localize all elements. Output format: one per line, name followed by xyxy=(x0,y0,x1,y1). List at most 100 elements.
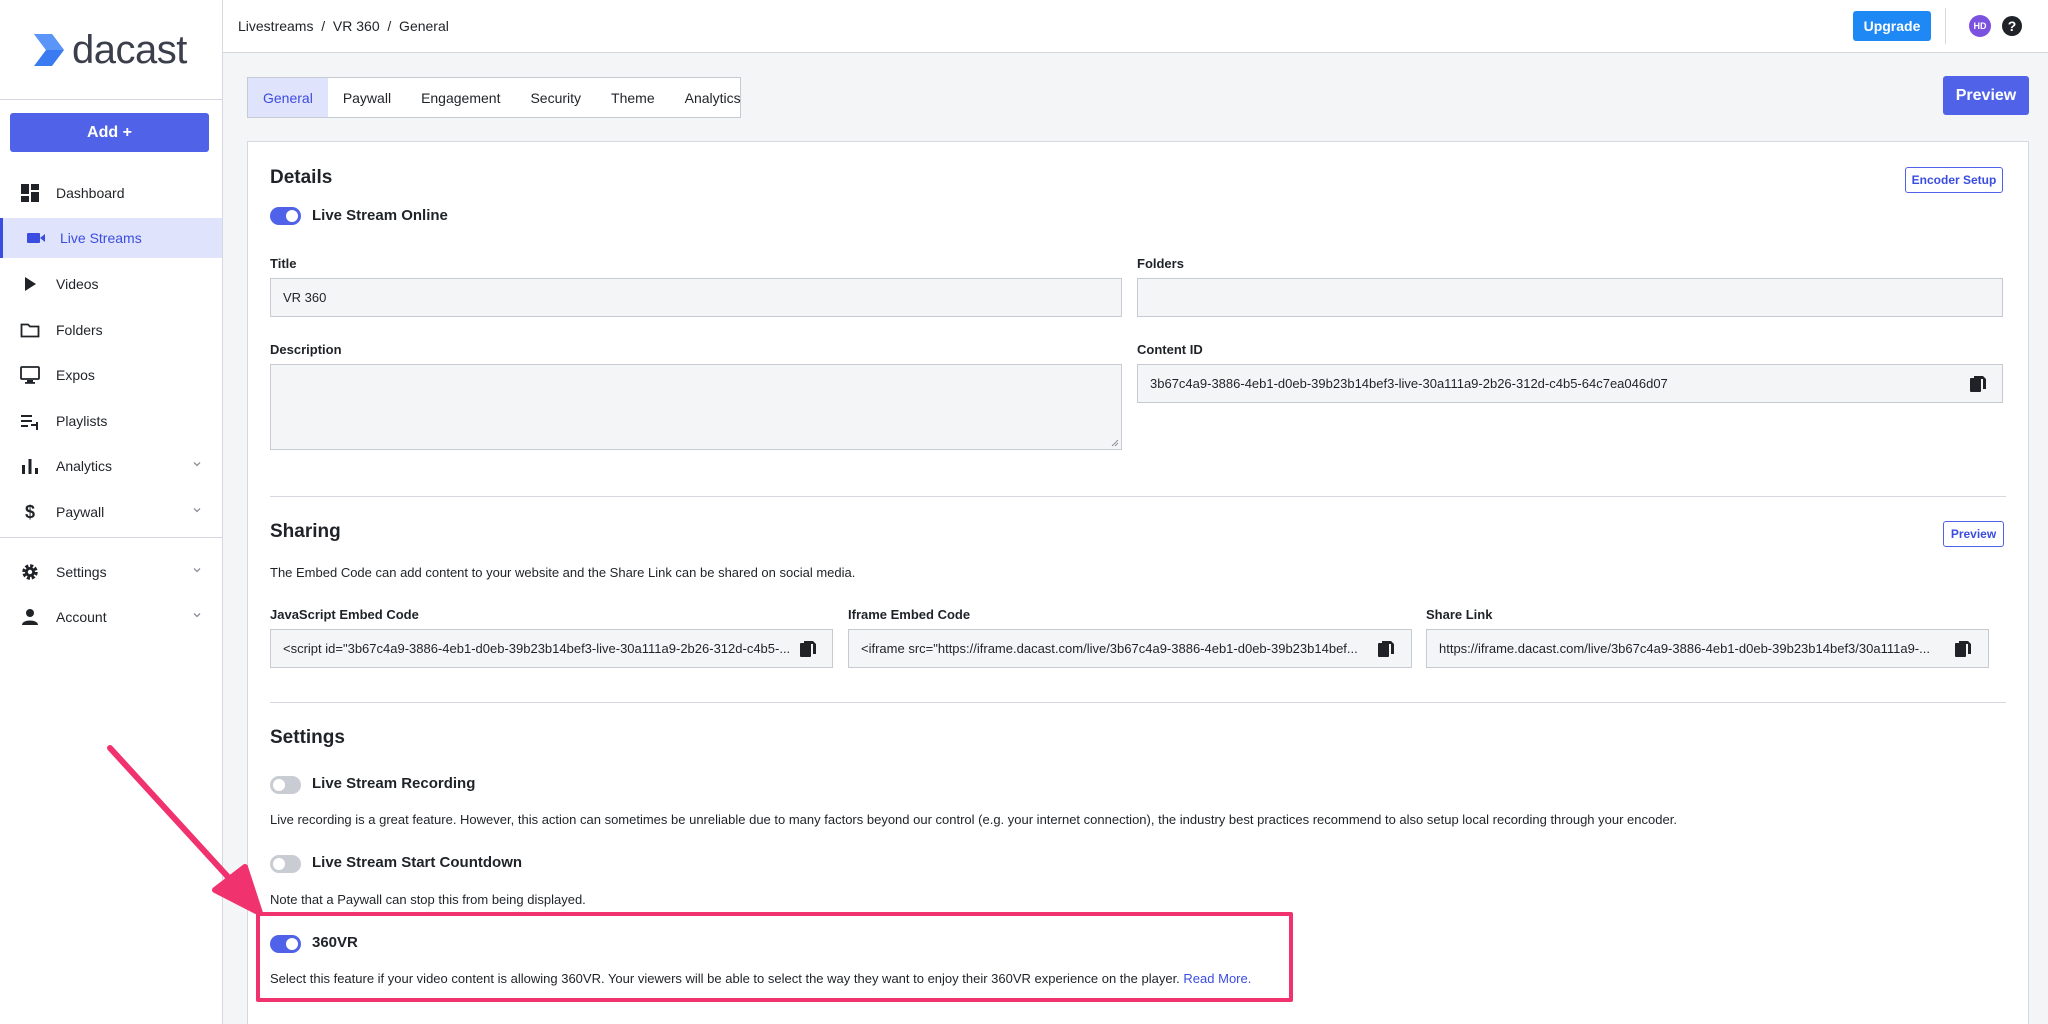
share-link-field[interactable]: https://iframe.dacast.com/live/3b67c4a9-… xyxy=(1426,629,1989,668)
content-id-label: Content ID xyxy=(1137,342,1203,357)
chevron-down-icon xyxy=(193,568,201,573)
avatar[interactable]: HD xyxy=(1969,15,1991,37)
copy-icon[interactable] xyxy=(1954,639,1972,659)
sidebar-item-expos[interactable]: Expos xyxy=(0,355,222,395)
dashboard-icon xyxy=(21,184,39,202)
sidebar-item-label: Live Streams xyxy=(60,230,142,246)
toggle-knob xyxy=(286,210,298,222)
sidebar-item-dashboard[interactable]: Dashboard xyxy=(0,173,222,213)
sidebar-item-playlists[interactable]: Playlists xyxy=(0,401,222,441)
svg-text:$: $ xyxy=(25,502,35,522)
description-field[interactable] xyxy=(270,364,1122,450)
section-divider xyxy=(270,702,2006,703)
folders-label: Folders xyxy=(1137,256,1184,271)
person-icon xyxy=(22,609,38,625)
sidebar-item-label: Account xyxy=(56,609,107,625)
chevron-down-icon xyxy=(193,462,201,467)
play-icon xyxy=(25,277,36,291)
folder-icon xyxy=(20,323,40,338)
recording-note: Live recording is a great feature. Howev… xyxy=(270,812,1677,827)
iframe-embed-label: Iframe Embed Code xyxy=(848,607,971,622)
countdown-note: Note that a Paywall can stop this from b… xyxy=(270,892,586,907)
add-button[interactable]: Add + xyxy=(10,113,209,152)
video-camera-icon xyxy=(27,233,45,243)
sidebar-item-account[interactable]: Account xyxy=(0,597,222,637)
chevron-down-icon xyxy=(193,508,201,513)
share-link-label: Share Link xyxy=(1426,607,1493,622)
bar-chart-icon xyxy=(22,459,38,474)
dollar-icon: $ xyxy=(25,502,35,522)
help-icon[interactable]: ? xyxy=(2000,14,2024,38)
sidebar-item-live-streams[interactable]: Live Streams xyxy=(0,218,222,258)
share-link-value: https://iframe.dacast.com/live/3b67c4a9-… xyxy=(1439,641,1930,656)
svg-text:?: ? xyxy=(2008,18,2017,34)
settings-title: Settings xyxy=(270,727,345,748)
playlist-icon xyxy=(21,415,38,430)
sidebar: dacast Add + Dashboard Live Streams Vide… xyxy=(0,0,223,1024)
upgrade-button[interactable]: Upgrade xyxy=(1853,11,1931,41)
content-id-value: 3b67c4a9-3886-4eb1-d0eb-39b23b14bef3-liv… xyxy=(1150,376,1668,391)
top-bar: Livestreams / VR 360 / General Upgrade H… xyxy=(223,0,2048,53)
countdown-toggle[interactable] xyxy=(270,855,301,873)
topbar-divider xyxy=(1945,8,1946,44)
chevron-down-icon xyxy=(193,613,201,618)
tab-security[interactable]: Security xyxy=(515,78,596,117)
general-card: Details Encoder Setup Live Stream Online… xyxy=(247,141,2029,1024)
sidebar-divider xyxy=(0,537,222,538)
tab-analytics[interactable]: Analytics xyxy=(670,78,756,117)
copy-icon[interactable] xyxy=(1969,374,1987,394)
toggle-knob xyxy=(273,858,285,870)
dacast-logo[interactable]: dacast xyxy=(32,30,187,70)
sidebar-item-label: Playlists xyxy=(56,413,108,429)
breadcrumb[interactable]: Livestreams / VR 360 / General xyxy=(238,18,449,34)
iframe-embed-field[interactable]: <iframe src="https://iframe.dacast.com/l… xyxy=(848,629,1412,668)
content-tabs: General Paywall Engagement Security Them… xyxy=(247,77,741,118)
tab-engagement[interactable]: Engagement xyxy=(406,78,515,117)
sidebar-item-videos[interactable]: Videos xyxy=(0,264,222,304)
dacast-logo-icon xyxy=(34,34,64,66)
resize-handle-icon[interactable] xyxy=(1109,437,1119,447)
section-divider xyxy=(270,496,2006,497)
copy-icon[interactable] xyxy=(1377,639,1395,659)
sidebar-item-analytics[interactable]: Analytics xyxy=(0,446,222,486)
sharing-description: The Embed Code can add content to your w… xyxy=(270,565,856,580)
sidebar-item-label: Videos xyxy=(56,276,99,292)
recording-label: Live Stream Recording xyxy=(312,775,476,792)
toggle-knob xyxy=(273,779,285,791)
highlight-box xyxy=(256,912,1293,1002)
sidebar-item-label: Folders xyxy=(56,322,103,338)
sidebar-divider xyxy=(0,99,222,100)
tab-paywall[interactable]: Paywall xyxy=(328,78,406,117)
sharing-title: Sharing xyxy=(270,521,341,542)
sidebar-item-folders[interactable]: Folders xyxy=(0,310,222,350)
copy-icon[interactable] xyxy=(799,639,817,659)
sidebar-item-label: Settings xyxy=(56,564,107,580)
live-stream-online-label: Live Stream Online xyxy=(312,207,448,224)
js-embed-value: <script id="3b67c4a9-3886-4eb1-d0eb-39b2… xyxy=(283,641,791,656)
tab-general[interactable]: General xyxy=(248,78,328,117)
tab-theme[interactable]: Theme xyxy=(596,78,670,117)
js-embed-label: JavaScript Embed Code xyxy=(270,607,419,622)
sharing-preview-button[interactable]: Preview xyxy=(1943,521,2004,547)
logo-text: dacast xyxy=(72,28,187,72)
sidebar-item-label: Expos xyxy=(56,367,95,383)
sidebar-item-settings[interactable]: Settings xyxy=(0,552,222,592)
sidebar-item-label: Analytics xyxy=(56,458,113,474)
recording-toggle[interactable] xyxy=(270,776,301,794)
iframe-embed-value: <iframe src="https://iframe.dacast.com/l… xyxy=(861,641,1358,656)
description-label: Description xyxy=(270,342,342,357)
live-stream-online-toggle[interactable] xyxy=(270,207,301,225)
gear-icon xyxy=(22,564,38,580)
countdown-label: Live Stream Start Countdown xyxy=(312,854,523,871)
details-title: Details xyxy=(270,167,333,188)
content-id-field[interactable]: 3b67c4a9-3886-4eb1-d0eb-39b23b14bef3-liv… xyxy=(1137,364,2003,403)
title-field[interactable]: VR 360 xyxy=(270,278,1122,317)
preview-button[interactable]: Preview xyxy=(1943,76,2029,115)
encoder-setup-button[interactable]: Encoder Setup xyxy=(1905,167,2003,193)
title-label: Title xyxy=(270,256,297,271)
folders-field[interactable] xyxy=(1137,278,2003,317)
sidebar-item-label: Dashboard xyxy=(56,185,125,201)
js-embed-field[interactable]: <script id="3b67c4a9-3886-4eb1-d0eb-39b2… xyxy=(270,629,833,668)
monitor-icon xyxy=(20,366,40,384)
sidebar-item-paywall[interactable]: $ Paywall xyxy=(0,492,222,532)
